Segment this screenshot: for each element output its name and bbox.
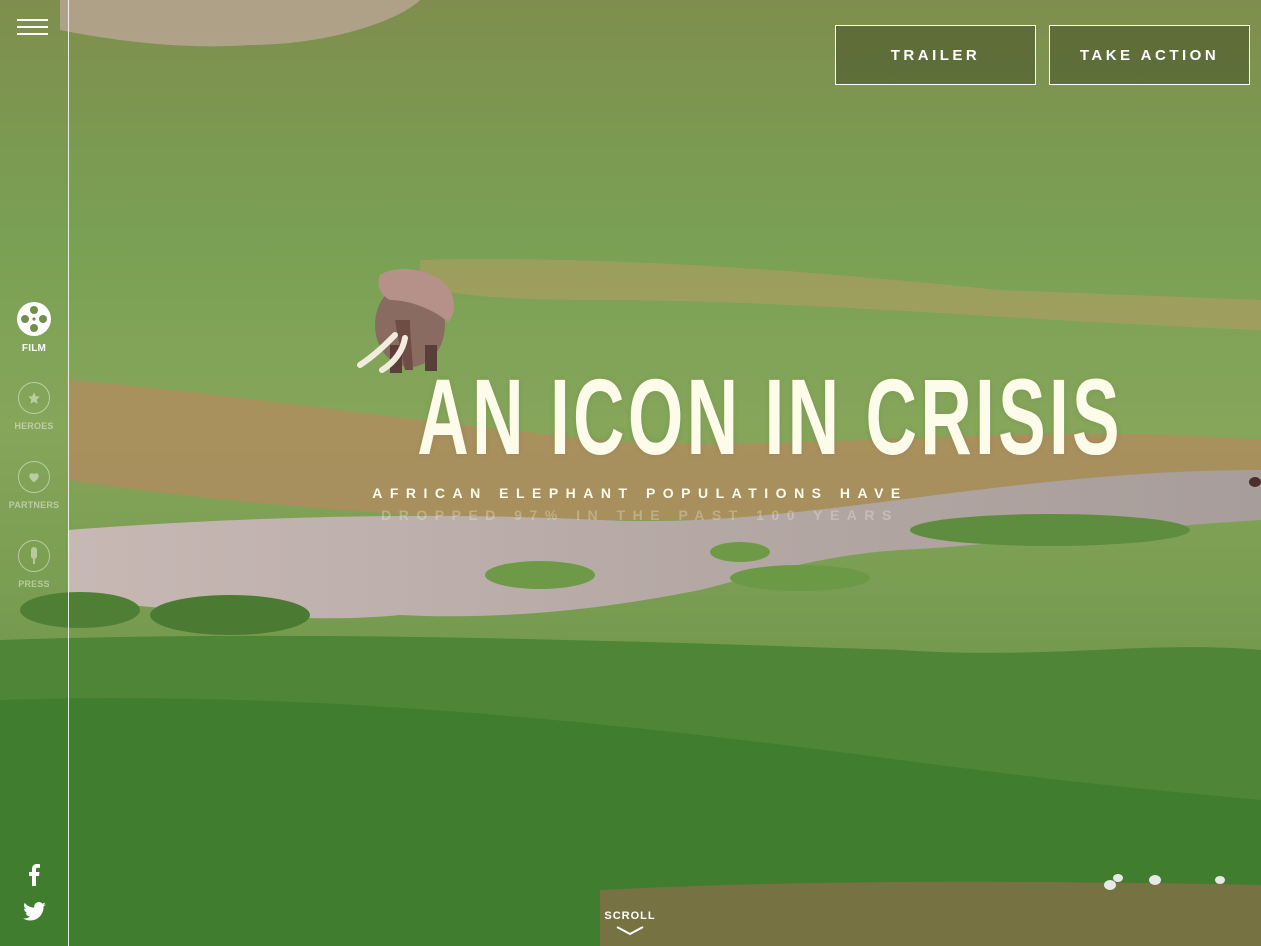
twitter-link[interactable] bbox=[0, 902, 68, 925]
facebook-icon bbox=[29, 864, 40, 886]
sidebar-item-press[interactable]: PRESS bbox=[0, 540, 68, 589]
sidebar-item-heroes[interactable]: HEROES bbox=[0, 382, 68, 431]
hero-subtitle-line2: DROPPED 97% IN THE PAST 100 YEARS bbox=[381, 507, 899, 523]
sidebar-item-label: HEROES bbox=[14, 421, 54, 431]
hamburger-line bbox=[17, 33, 48, 35]
sidebar-item-partners[interactable]: PARTNERS bbox=[0, 461, 68, 510]
star-icon bbox=[18, 382, 50, 414]
trailer-button[interactable]: TRAILER bbox=[835, 25, 1036, 85]
scroll-label: SCROLL bbox=[604, 910, 656, 922]
sidebar-item-label: FILM bbox=[21, 343, 47, 354]
hamburger-menu-icon[interactable] bbox=[17, 19, 48, 35]
sidebar-item-label: PARTNERS bbox=[8, 500, 60, 510]
film-reel-icon bbox=[16, 301, 52, 337]
scroll-button[interactable]: SCROLL bbox=[600, 910, 660, 936]
microphone-icon bbox=[18, 540, 50, 572]
hero-subtitle-line1: AFRICAN ELEPHANT POPULATIONS HAVE bbox=[372, 485, 908, 501]
hamburger-line bbox=[17, 19, 48, 21]
sidebar: FILM HEROES PARTNERS PRESS bbox=[0, 0, 69, 946]
heart-icon bbox=[18, 461, 50, 493]
hero-title: AN ICON IN CRISIS bbox=[417, 356, 1123, 477]
hamburger-line bbox=[17, 26, 48, 28]
hero-subtitle: AFRICAN ELEPHANT POPULATIONS HAVE DROPPE… bbox=[320, 482, 960, 526]
sidebar-item-label: PRESS bbox=[18, 579, 50, 589]
take-action-button[interactable]: TAKE ACTION bbox=[1049, 25, 1250, 85]
chevron-down-icon bbox=[616, 926, 644, 936]
twitter-icon bbox=[22, 902, 46, 921]
sidebar-item-film[interactable]: FILM bbox=[0, 301, 68, 354]
facebook-link[interactable] bbox=[0, 864, 68, 890]
